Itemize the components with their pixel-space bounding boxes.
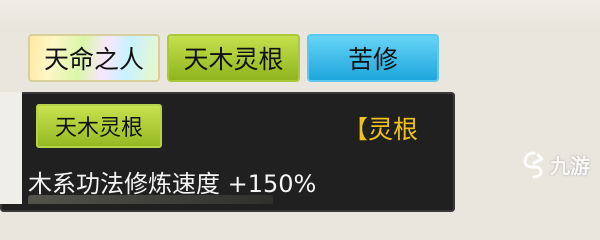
- trait-button-kuxiu[interactable]: 苦修: [307, 34, 439, 82]
- trait-button-tianmu-linggen[interactable]: 天木灵根: [167, 34, 300, 82]
- tooltip-effect-text: 木系功法修炼速度 +150%: [28, 170, 317, 198]
- tooltip-badge-label: 天木灵根: [54, 116, 143, 141]
- trait-button-tianming[interactable]: 天命之人: [28, 34, 160, 82]
- tooltip-trait-badge: 天木灵根: [36, 104, 162, 148]
- jiuyou-logo-icon: [522, 151, 546, 179]
- tooltip-cutoff-line: [28, 195, 273, 204]
- tooltip-category-label: 【灵根: [343, 115, 419, 144]
- watermark-text: 九游: [550, 154, 590, 178]
- trait-row: 天命之人 天木灵根 苦修: [0, 30, 600, 90]
- tooltip-left-edge: [0, 92, 22, 204]
- trait-label: 天命之人: [43, 45, 144, 74]
- watermark: 九游: [522, 150, 590, 179]
- trait-label: 苦修: [347, 45, 398, 74]
- trait-label: 天木灵根: [183, 45, 284, 74]
- top-band: [0, 0, 600, 32]
